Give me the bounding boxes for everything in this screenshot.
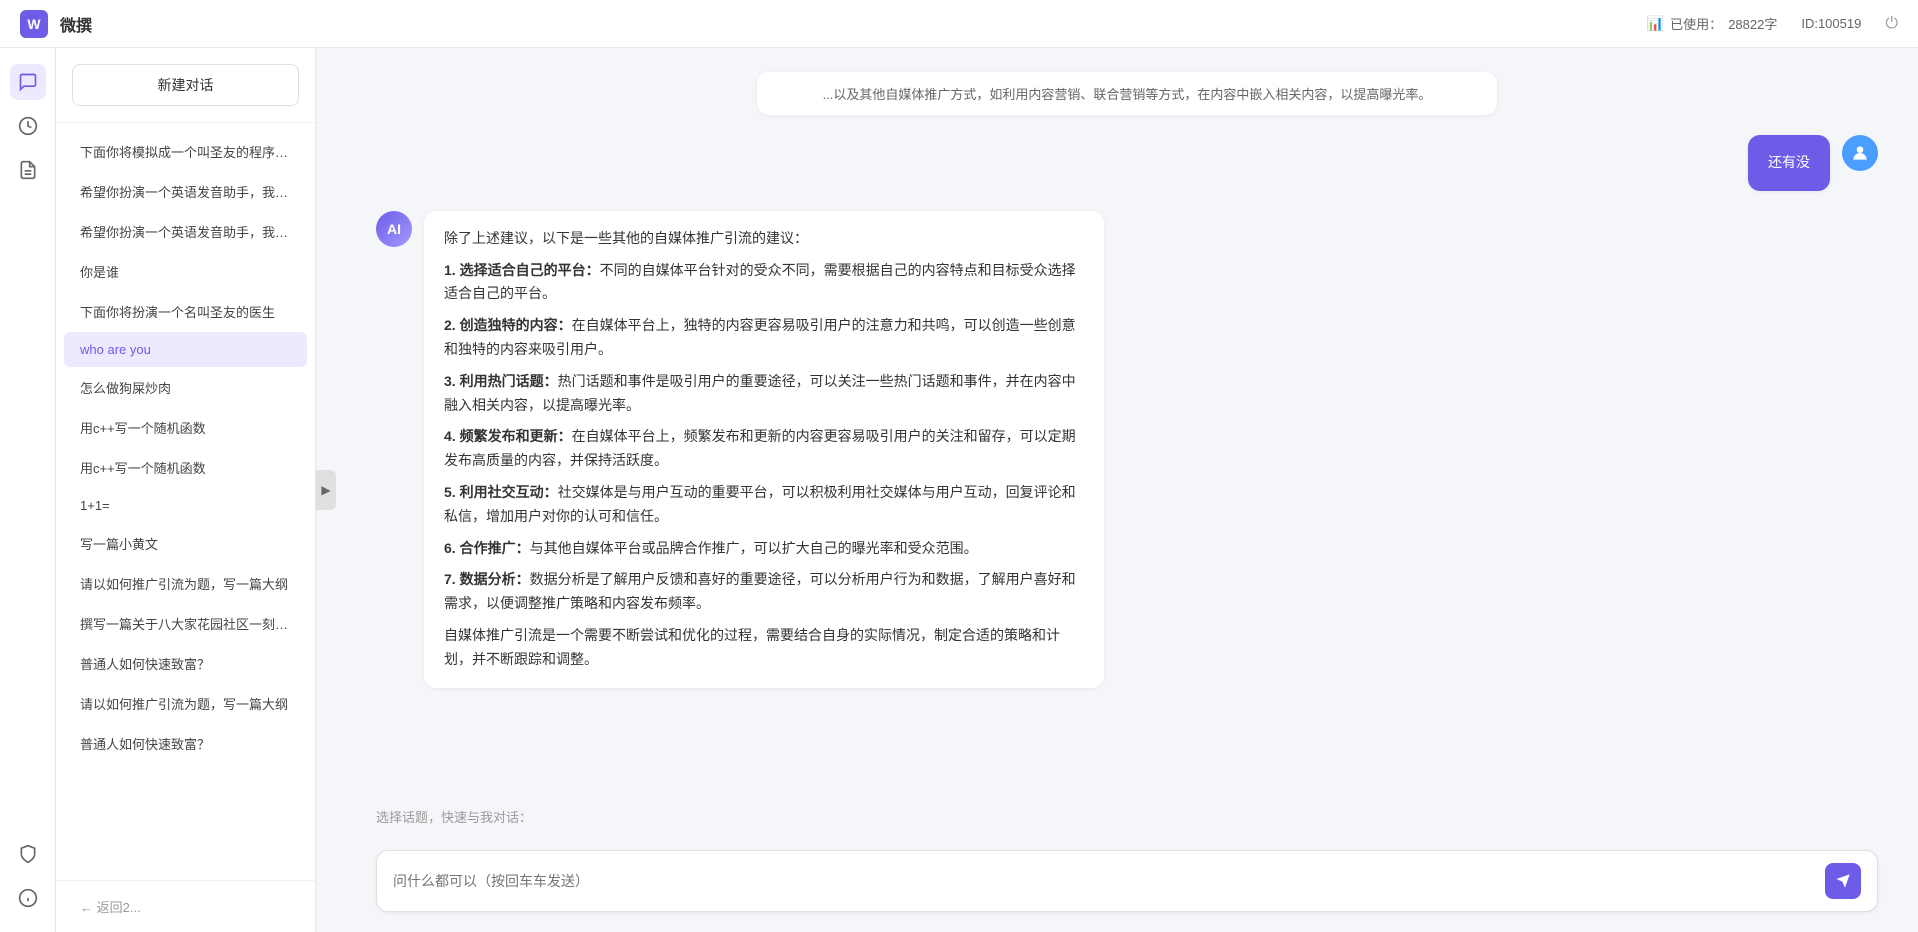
nav-icon-clock[interactable] [10,108,46,144]
ai-message-row: AI 除了上述建议，以下是一些其他的自媒体推广引流的建议： 1. 选择适合自己的… [376,211,1878,688]
partial-message: ...以及其他自媒体推广方式，如利用内容营销、联合营销等方式，在内容中嵌入相关内… [757,72,1497,115]
sidebar-item[interactable]: 希望你扮演一个英语发音助手，我提供给你... [64,172,307,211]
partial-text: ...以及其他自媒体推广方式，如利用内容营销、联合营销等方式，在内容中嵌入相关内… [823,87,1432,102]
sidebar-item[interactable]: 希望你扮演一个英语发音助手，我提供给你... [64,212,307,251]
send-button[interactable] [1825,863,1861,899]
ai-point-6: 6. 合作推广：与其他自媒体平台或品牌合作推广，可以扩大自己的曝光率和受众范围。 [444,537,1084,561]
sidebar-item[interactable]: 普通人如何快速致富？ [64,644,307,683]
sidebar-item[interactable]: 下面你将扮演一个名叫圣友的医生 [64,292,307,331]
usage-label: 已使用： [1670,14,1722,33]
chat-input[interactable] [393,873,1813,889]
quick-topics-label: 选择话题，快速与我对话： [376,807,1878,826]
sidebar-item[interactable]: 用c++写一个随机函数 [64,448,307,487]
ai-point-5: 5. 利用社交互动：社交媒体是与用户互动的重要平台，可以积极利用社交媒体与用户互… [444,481,1084,529]
ai-conclusion: 自媒体推广引流是一个需要不断尝试和优化的过程，需要结合自身的实际情况，制定合适的… [444,624,1084,672]
input-area [336,834,1918,932]
usage-value: 28822字 [1728,14,1777,33]
app-logo: W [20,10,48,38]
header: W 微撰 📊 已使用： 28822字 ID:100519 ⏻ [0,0,1918,48]
sidebar-item[interactable]: 怎么做狗屎炒肉 [64,368,307,407]
user-message-bubble: 还有没 [1748,135,1830,191]
sidebar-item[interactable]: 撰写一篇关于八大家花园社区一刻钟便民生... [64,604,307,643]
header-left: W 微撰 [20,10,92,38]
usage-info: 📊 已使用： 28822字 [1647,14,1778,33]
ai-point-4: 4. 频繁发布和更新：在自媒体平台上，频繁发布和更新的内容更容易吸引用户的关注和… [444,425,1084,473]
sidebar-item[interactable]: 用c++写一个随机函数 [64,408,307,447]
usage-icon: 📊 [1647,15,1664,32]
sidebar-header: 新建对话 [56,48,315,123]
sidebar-item[interactable]: 普通人如何快速致富？ [64,724,307,763]
user-message-text: 还有没 [1768,154,1810,170]
user-message-row: 还有没 [376,135,1878,191]
nav-bottom-icons [10,836,46,916]
ai-point-7: 7. 数据分析：数据分析是了解用户反馈和喜好的重要途径，可以分析用户行为和数据，… [444,568,1084,616]
ai-point-3: 3. 利用热门话题：热门话题和事件是吸引用户的重要途径，可以关注一些热门话题和事… [444,370,1084,418]
ai-message-bubble: 除了上述建议，以下是一些其他的自媒体推广引流的建议： 1. 选择适合自己的平台：… [424,211,1104,688]
left-nav [0,48,56,932]
nav-icon-info[interactable] [10,880,46,916]
chat-messages: ...以及其他自媒体推广方式，如利用内容营销、联合营销等方式，在内容中嵌入相关内… [336,48,1918,795]
ai-point-2: 2. 创造独特的内容：在自媒体平台上，独特的内容更容易吸引用户的注意力和共鸣，可… [444,314,1084,362]
sidebar-collapse-toggle[interactable]: ▶ [316,470,336,510]
app-title: 微撰 [60,12,92,36]
user-id: ID:100519 [1801,16,1861,31]
chat-area: ...以及其他自媒体推广方式，如利用内容营销、联合营销等方式，在内容中嵌入相关内… [336,48,1918,932]
ai-point-1: 1. 选择适合自己的平台：不同的自媒体平台针对的受众不同，需要根据自己的内容特点… [444,259,1084,307]
quick-topics: 选择话题，快速与我对话： [336,795,1918,834]
sidebar-list: 下面你将模拟成一个叫圣友的程序员，我说... 希望你扮演一个英语发音助手，我提供… [56,123,315,880]
ai-avatar-inner: AI [376,211,412,247]
sidebar-item-active[interactable]: who are you [64,332,307,367]
sidebar-bottom-item[interactable]: ← 返回2... [64,889,307,924]
sidebar-item[interactable]: 请以如何推广引流为题，写一篇大纲 [64,684,307,723]
power-button[interactable]: ⏻ [1885,15,1898,33]
sidebar: 新建对话 下面你将模拟成一个叫圣友的程序员，我说... 希望你扮演一个英语发音助… [56,48,316,932]
main-container: 新建对话 下面你将模拟成一个叫圣友的程序员，我说... 希望你扮演一个英语发音助… [0,48,1918,932]
header-right: 📊 已使用： 28822字 ID:100519 ⏻ [1647,14,1898,33]
sidebar-item[interactable]: 1+1= [64,488,307,523]
ai-intro: 除了上述建议，以下是一些其他的自媒体推广引流的建议： [444,227,1084,251]
sidebar-item[interactable]: 写一篇小黄文 [64,524,307,563]
sidebar-item[interactable]: 请以如何推广引流为题，写一篇大纲 [64,564,307,603]
input-container [376,850,1878,912]
sidebar-bottom: ← 返回2... [56,880,315,932]
nav-icon-chat[interactable] [10,64,46,100]
new-chat-button[interactable]: 新建对话 [72,64,299,106]
sidebar-item[interactable]: 下面你将模拟成一个叫圣友的程序员，我说... [64,132,307,171]
nav-icon-shield[interactable] [10,836,46,872]
user-avatar [1842,135,1878,171]
partial-message-container: ...以及其他自媒体推广方式，如利用内容营销、联合营销等方式，在内容中嵌入相关内… [376,72,1878,115]
nav-icon-doc[interactable] [10,152,46,188]
ai-avatar: AI [376,211,412,247]
sidebar-item[interactable]: 你是谁 [64,252,307,291]
